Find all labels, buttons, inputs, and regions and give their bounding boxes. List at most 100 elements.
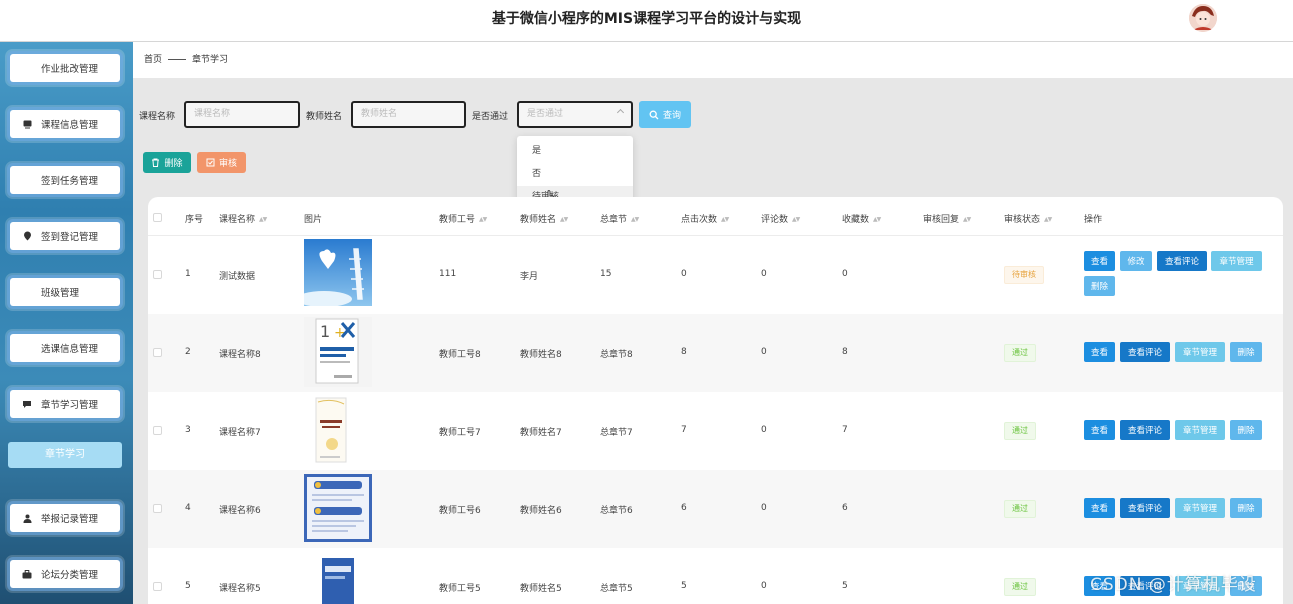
cell-teacher-id: 教师工号7 <box>439 428 481 438</box>
pin-icon <box>22 231 32 241</box>
cell-teacher: 教师姓名7 <box>520 428 562 438</box>
course-image <box>304 474 372 542</box>
sidebar-item-report[interactable]: 举报记录管理 <box>10 504 120 532</box>
dropdown-option-no[interactable]: 否 <box>517 163 633 186</box>
sidebar-item-class[interactable]: 班级管理 <box>10 278 120 306</box>
column-header-clicks[interactable]: 点击次数 ▲▼ <box>681 212 729 225</box>
cell-favorites: 5 <box>842 581 848 591</box>
column-header-comments[interactable]: 评论数 ▲▼ <box>761 212 800 225</box>
sort-icon: ▲▼ <box>721 216 729 223</box>
chapter-manage-button[interactable]: 章节管理 <box>1211 251 1262 271</box>
delete-button[interactable]: 删除 <box>1230 420 1262 440</box>
sidebar-item-label: 论坛分类管理 <box>41 570 99 581</box>
cell-comments: 0 <box>761 581 767 591</box>
table-row: 1 测试数据 111 李月 15 0 0 0 待审核 查看 修改 查看评论 章节… <box>148 236 1283 314</box>
sidebar-item-chapter[interactable]: 章节学习管理 <box>10 390 120 418</box>
delete-button[interactable]: 删除 <box>1084 276 1115 296</box>
status-badge: 通过 <box>1004 500 1036 518</box>
chevron-up-icon <box>616 108 625 117</box>
row-checkbox[interactable] <box>153 348 162 357</box>
row-checkbox[interactable] <box>153 582 162 591</box>
chapter-manage-button[interactable]: 章节管理 <box>1175 420 1225 440</box>
course-name-input[interactable]: 课程名称 <box>184 101 300 128</box>
column-header-chapters[interactable]: 总章节 ▲▼ <box>600 212 639 225</box>
cell-chapters: 15 <box>600 269 612 279</box>
row-checkbox[interactable] <box>153 426 162 435</box>
breadcrumb-home[interactable]: 首页 <box>144 55 162 65</box>
sidebar-item-signin-task[interactable]: 签到任务管理 <box>10 166 120 194</box>
column-header-image: 图片 <box>304 215 323 225</box>
view-comments-button[interactable]: 查看评论 <box>1120 498 1170 518</box>
table-row: 4 课程名称6 教师工号6 教师姓名6 总章节6 6 0 6 通过 查看 查看评… <box>148 470 1283 548</box>
edit-button[interactable]: 修改 <box>1120 251 1152 271</box>
cell-comments: 0 <box>761 503 767 513</box>
cell-comments: 0 <box>761 269 767 279</box>
sidebar-item-course-info[interactable]: 课程信息管理 <box>10 110 120 138</box>
breadcrumb-separator <box>168 59 187 60</box>
view-comments-button[interactable]: 查看评论 <box>1120 420 1170 440</box>
sidebar-item-forum[interactable]: 论坛分类管理 <box>10 560 120 588</box>
view-comments-button[interactable]: 查看评论 <box>1120 342 1170 362</box>
batch-delete-label: 删除 <box>164 159 183 169</box>
column-header-teacher[interactable]: 教师姓名 ▲▼ <box>520 212 568 225</box>
column-header-favorites[interactable]: 收藏数 ▲▼ <box>842 212 881 225</box>
search-button[interactable]: 查询 <box>639 101 691 128</box>
column-header-label: 课程名称 <box>219 215 256 225</box>
cell-clicks: 7 <box>681 425 687 435</box>
row-checkbox[interactable] <box>153 504 162 513</box>
table-row: 3 课程名称7 教师工号7 教师姓名7 总章节7 7 0 7 通过 查看 查看评… <box>148 392 1283 470</box>
course-image <box>304 396 372 464</box>
cell-clicks: 6 <box>681 503 687 513</box>
cell-no: 4 <box>185 503 191 513</box>
column-header-course[interactable]: 课程名称 ▲▼ <box>219 212 267 225</box>
sidebar-item-label: 选课信息管理 <box>41 344 99 355</box>
sort-icon: ▲▼ <box>631 216 639 223</box>
cell-favorites: 6 <box>842 503 848 513</box>
sidebar-item-signin-record[interactable]: 签到登记管理 <box>10 222 120 250</box>
cell-favorites: 7 <box>842 425 848 435</box>
sidebar-item-label: 举报记录管理 <box>41 514 99 525</box>
chapter-manage-button[interactable]: 章节管理 <box>1175 498 1225 518</box>
sort-icon: ▲▼ <box>560 216 568 223</box>
table-row: 2 课程名称8 1 + 教师工号8 教师姓名8 总章节8 8 0 8 通过 查看 … <box>148 314 1283 392</box>
review-button[interactable]: 审核 <box>197 152 246 173</box>
cell-favorites: 8 <box>842 347 848 357</box>
app-title: 基于微信小程序的MIS课程学习平台的设计与实现 <box>491 11 802 27</box>
view-comments-button[interactable]: 查看评论 <box>1157 251 1207 271</box>
teacher-name-input[interactable]: 教师姓名 <box>351 101 466 128</box>
column-header-no: 序号 <box>185 215 204 225</box>
passed-select[interactable]: 是否通过 <box>517 101 633 128</box>
passed-label: 是否通过 <box>472 112 509 122</box>
sidebar-sub-chapter-study[interactable]: 章节学习 <box>8 442 122 468</box>
batch-delete-button[interactable]: 删除 <box>143 152 191 173</box>
cell-teacher: 教师姓名5 <box>520 584 562 594</box>
course-image: 1 + <box>304 317 372 387</box>
sidebar-item-label: 签到任务管理 <box>41 176 99 187</box>
sidebar-item-label: 班级管理 <box>41 288 80 299</box>
select-all-checkbox[interactable] <box>153 213 162 222</box>
sidebar-item-homework[interactable]: 作业批改管理 <box>10 54 120 82</box>
cell-course: 课程名称8 <box>219 350 261 360</box>
row-checkbox[interactable] <box>153 270 162 279</box>
column-header-reply[interactable]: 审核回复 ▲▼ <box>923 212 971 225</box>
delete-button[interactable]: 删除 <box>1230 498 1262 518</box>
course-image <box>304 239 372 306</box>
delete-button[interactable]: 删除 <box>1230 342 1262 362</box>
dropdown-option-yes[interactable]: 是 <box>517 140 633 163</box>
cell-teacher: 李月 <box>520 272 539 282</box>
chapter-manage-button[interactable]: 章节管理 <box>1175 342 1225 362</box>
column-header-status[interactable]: 审核状态 ▲▼ <box>1004 212 1052 225</box>
column-header-actions: 操作 <box>1084 215 1103 225</box>
column-header-teacher-id[interactable]: 教师工号 ▲▼ <box>439 212 487 225</box>
top-header: 基于微信小程序的MIS课程学习平台的设计与实现 <box>0 0 1293 42</box>
view-button[interactable]: 查看 <box>1084 251 1115 271</box>
sort-icon: ▲▼ <box>792 216 800 223</box>
cell-comments: 0 <box>761 347 767 357</box>
cell-teacher-id: 教师工号5 <box>439 584 481 594</box>
view-button[interactable]: 查看 <box>1084 498 1115 518</box>
user-avatar[interactable] <box>1189 4 1217 32</box>
sidebar-item-label: 课程信息管理 <box>41 120 99 131</box>
view-button[interactable]: 查看 <box>1084 420 1115 440</box>
view-button[interactable]: 查看 <box>1084 342 1115 362</box>
sidebar-item-course-select[interactable]: 选课信息管理 <box>10 334 120 362</box>
